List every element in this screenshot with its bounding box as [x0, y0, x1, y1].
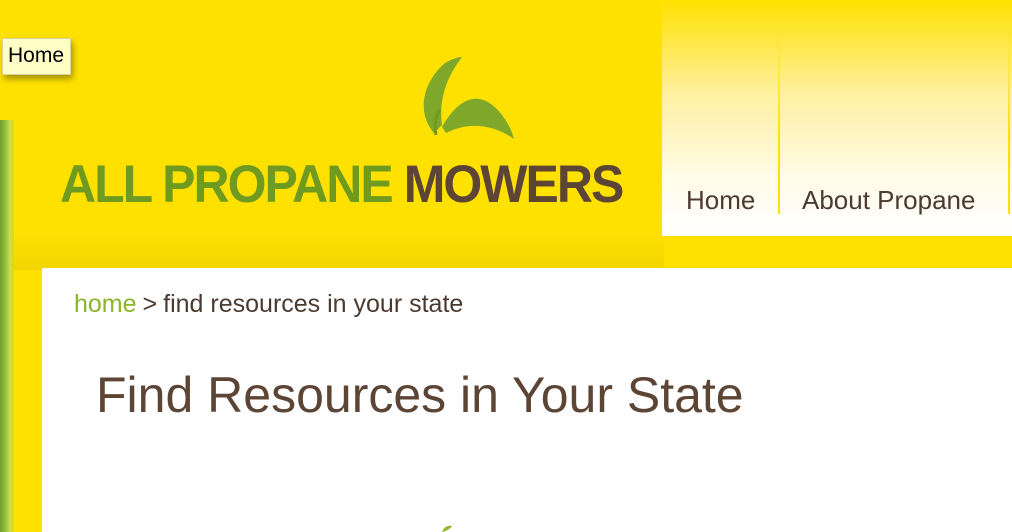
page: ALL PROPANE MOWERS Home About Propane hom…: [0, 0, 1012, 532]
breadcrumb-separator: >: [142, 290, 158, 318]
main-content: home > find resources in your state Find R…: [42, 268, 1012, 532]
logo-word-mowers: MOWERS: [403, 155, 625, 214]
site-logo[interactable]: ALL PROPANE MOWERS: [60, 55, 630, 215]
breadcrumb: home > find resources in your state: [74, 290, 463, 319]
nav-divider: [778, 20, 780, 214]
top-navigation: Home About Propane: [662, 0, 1012, 236]
nav-item-about-propane[interactable]: About Propane: [802, 185, 975, 216]
nav-divider: [1008, 20, 1010, 214]
logo-text: ALL PROPANE MOWERS: [60, 155, 625, 214]
breadcrumb-home-link[interactable]: home: [74, 290, 137, 318]
breadcrumb-current: find resources in your state: [163, 290, 464, 318]
nav-item-home[interactable]: Home: [686, 185, 755, 216]
grass-decoration: [0, 120, 14, 532]
leaf-icon: [423, 57, 514, 139]
logo-word-all-propane: ALL PROPANE: [60, 155, 394, 214]
page-title: Find Resources in Your State: [96, 367, 744, 423]
header-shadow: [14, 230, 664, 270]
leaf-icon: [442, 525, 452, 532]
tooltip: Home: [2, 38, 72, 75]
